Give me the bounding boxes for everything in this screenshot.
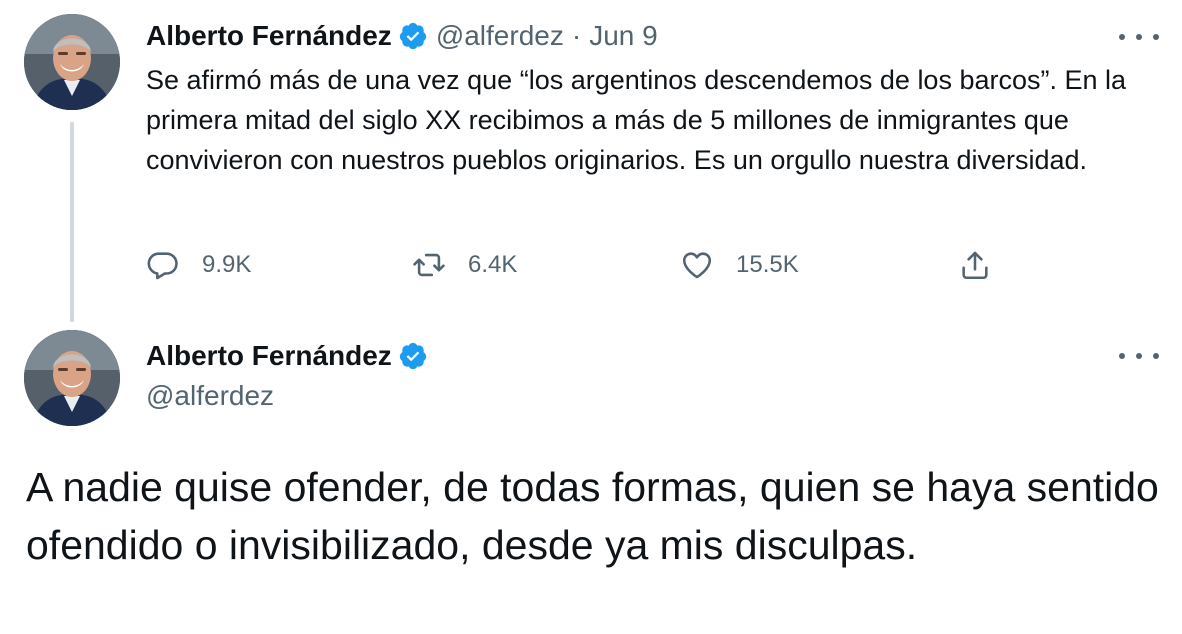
author-name[interactable]: Alberto Fernández	[146, 339, 392, 373]
verified-badge-icon	[398, 341, 428, 371]
heart-icon	[682, 252, 712, 279]
share-button[interactable]	[958, 248, 1014, 282]
avatar[interactable]	[24, 330, 120, 426]
tweet1-header: Alberto Fernández @alferdez · Jun 9	[146, 19, 658, 53]
tweet2-handle-row: @alferdez	[146, 379, 274, 413]
share-icon	[962, 251, 988, 280]
retweet-icon	[413, 253, 445, 277]
author-handle[interactable]: @alferdez	[436, 19, 564, 53]
tweet2-name-row: Alberto Fernández	[146, 339, 436, 373]
header-separator: ·	[571, 20, 582, 51]
avatar-photo	[24, 330, 120, 426]
retweet-button[interactable]: 6.4K	[412, 248, 517, 282]
thread-connector-line	[70, 122, 74, 322]
like-count: 15.5K	[736, 251, 799, 278]
reply-icon	[147, 252, 178, 280]
tweet-date[interactable]: Jun 9	[589, 19, 658, 53]
like-button[interactable]: 15.5K	[680, 248, 799, 282]
reply-button[interactable]: 9.9K	[146, 248, 251, 282]
reply-count: 9.9K	[202, 251, 252, 278]
author-handle[interactable]: @alferdez	[146, 379, 274, 413]
tweet-text: Se afirmó más de una vez que “los argent…	[146, 65, 1127, 175]
avatar-photo	[24, 14, 120, 110]
retweet-count: 6.4K	[468, 251, 518, 278]
verified-badge-icon	[398, 21, 428, 51]
more-options-icon[interactable]	[1119, 346, 1159, 366]
more-options-icon[interactable]	[1119, 27, 1159, 47]
tweet-text: A nadie quise ofender, de todas formas, …	[26, 464, 1159, 568]
author-name[interactable]: Alberto Fernández	[146, 19, 392, 53]
avatar[interactable]	[24, 14, 120, 110]
